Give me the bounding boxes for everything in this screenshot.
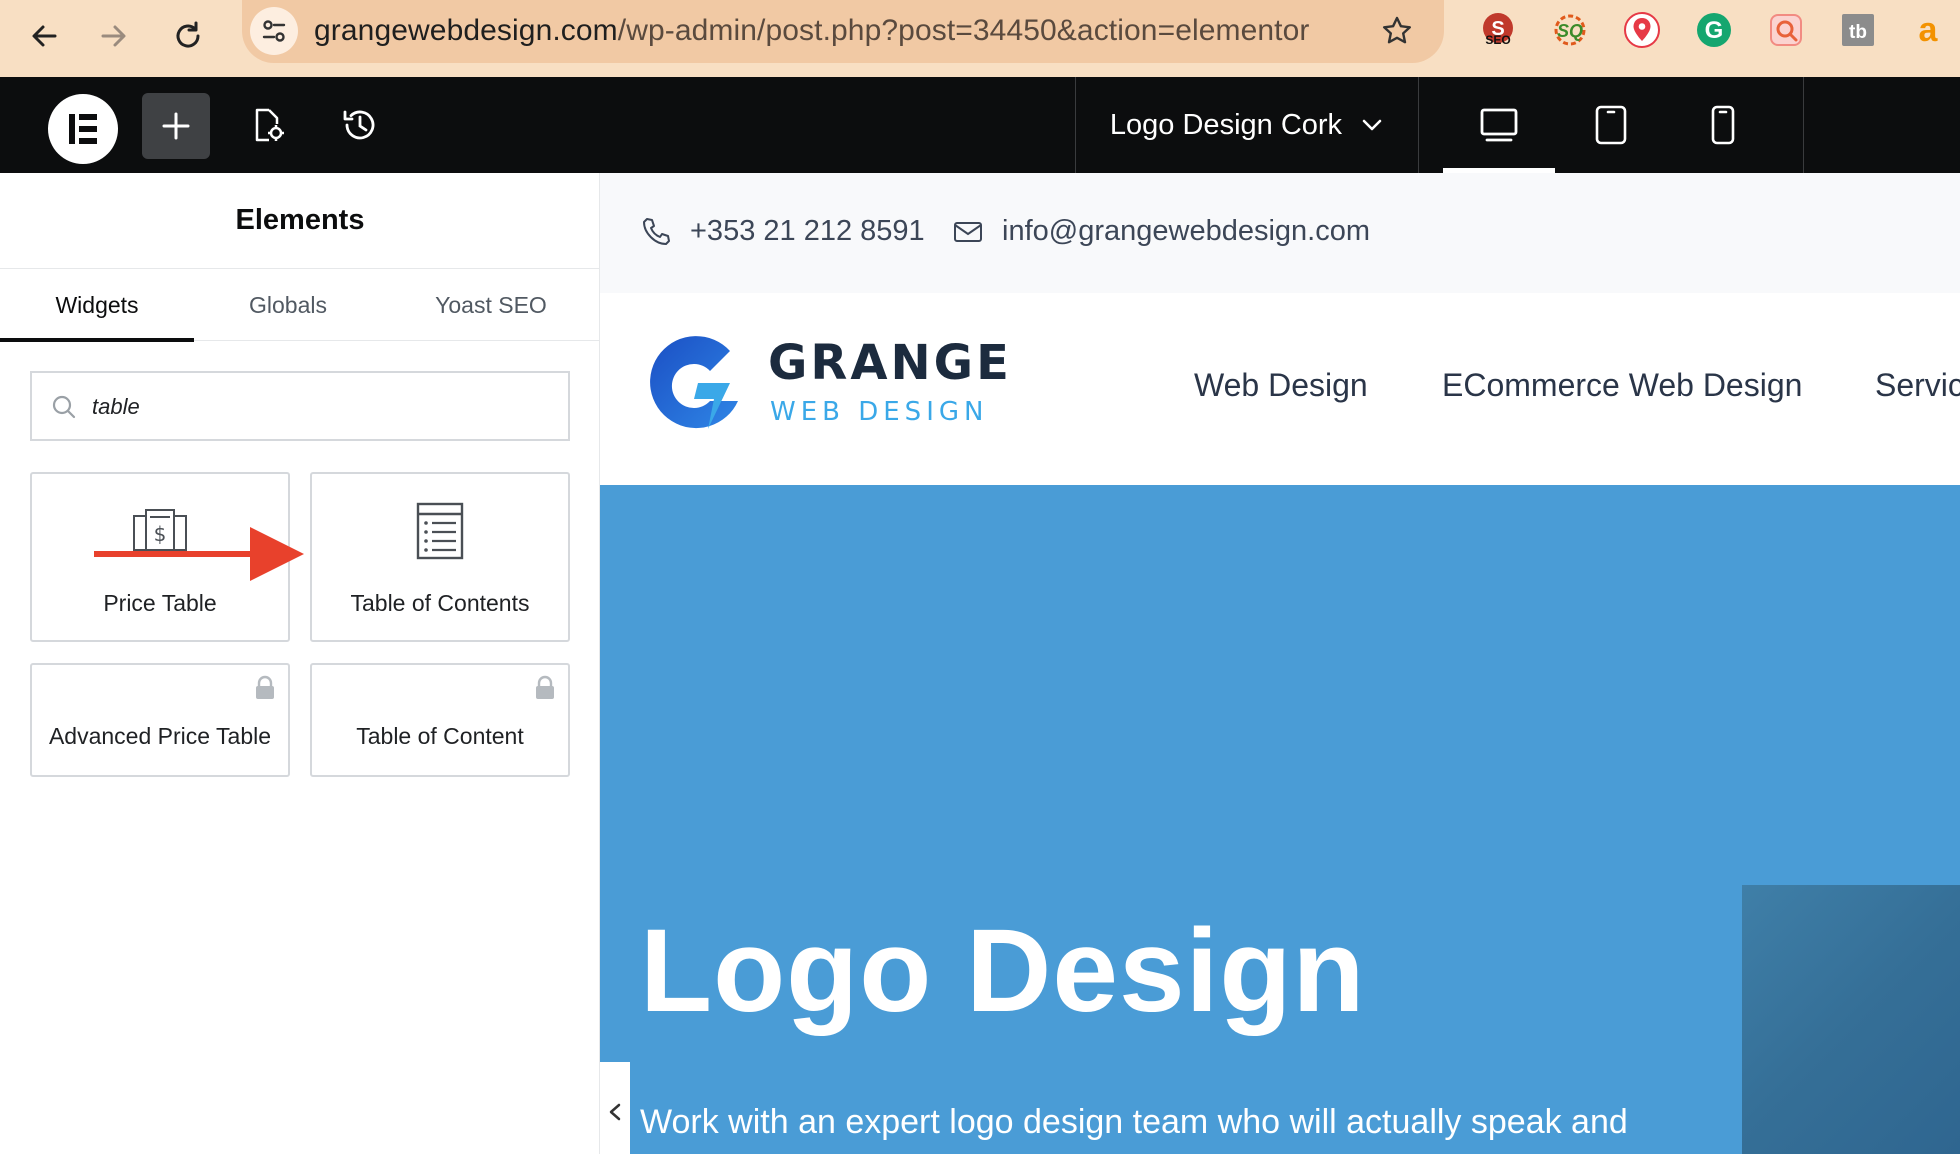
svg-text:S: S — [1491, 18, 1504, 40]
chevron-left-icon — [609, 1103, 621, 1121]
bookmark-star-button[interactable] — [1376, 10, 1418, 52]
back-arrow-icon — [32, 25, 57, 47]
url-text[interactable]: grangewebdesign.com/wp-admin/post.php?po… — [314, 14, 1310, 48]
sq-extension-icon[interactable]: SQ — [1550, 10, 1590, 50]
elements-panel: Elements Widgets Globals Yoast SEO table… — [0, 173, 600, 1154]
desktop-icon — [1480, 108, 1518, 142]
widget-label: Table of Content — [356, 723, 524, 749]
widget-label: Advanced Price Table — [48, 723, 272, 749]
site-topbar: +353 21 212 8591 info@grangewebdesign.co… — [600, 173, 1960, 293]
hero-section: Logo Design Work with an expert logo des… — [600, 485, 1960, 1154]
page-selector[interactable]: Logo Design Cork — [1076, 77, 1418, 173]
phone-number: +353 21 212 8591 — [690, 215, 925, 247]
desktop-view-button[interactable] — [1443, 77, 1555, 173]
divider — [1418, 77, 1419, 173]
mobile-view-button[interactable] — [1667, 77, 1779, 173]
site-header: GRANGE WEB DESIGN Web Design ECommerce W… — [600, 293, 1960, 485]
tab-globals[interactable]: Globals — [194, 269, 382, 341]
back-button[interactable] — [22, 14, 66, 58]
grange-logo-icon[interactable] — [638, 331, 748, 441]
lock-icon — [256, 675, 274, 699]
forward-button[interactable] — [92, 14, 136, 58]
grammarly-extension-icon[interactable]: G — [1694, 10, 1734, 50]
reload-icon — [176, 21, 200, 48]
nav-services[interactable]: Servic — [1875, 367, 1960, 404]
nav-ecommerce-web-design[interactable]: ECommerce Web Design — [1442, 367, 1802, 404]
panel-tabs: Widgets Globals Yoast SEO — [0, 269, 600, 342]
svg-text:a: a — [1919, 11, 1939, 49]
phone-contact[interactable]: +353 21 212 8591 — [640, 215, 925, 248]
chevron-down-icon — [1362, 119, 1382, 131]
mobile-icon — [1711, 105, 1735, 145]
address-bar[interactable]: grangewebdesign.com/wp-admin/post.php?po… — [242, 0, 1444, 63]
site-info-button[interactable] — [250, 7, 298, 55]
elementor-logo-icon — [69, 114, 97, 144]
hero-subtitle: Work with an expert logo design team who… — [640, 1103, 1628, 1141]
mail-icon — [954, 221, 982, 242]
widget-label: Table of Contents — [350, 590, 530, 616]
history-icon — [343, 110, 375, 140]
email-contact[interactable]: info@grangewebdesign.com — [952, 215, 1370, 248]
amazon-extension-icon[interactable]: a — [1910, 10, 1950, 50]
seo-extension-icon[interactable]: SEO S — [1478, 10, 1518, 50]
email-address: info@grangewebdesign.com — [1002, 215, 1370, 247]
phone-icon — [643, 217, 670, 245]
tab-widgets[interactable]: Widgets — [0, 269, 194, 342]
widget-label: Price Table — [103, 590, 217, 616]
tb-extension-icon[interactable]: tb — [1838, 10, 1878, 50]
svg-text:tb: tb — [1849, 22, 1867, 43]
widget-table-of-content[interactable]: Table of Content — [310, 663, 570, 777]
elementor-logo-button[interactable] — [48, 94, 118, 164]
tablet-icon — [1595, 105, 1627, 145]
hero-image — [1742, 885, 1960, 1154]
star-icon — [1383, 16, 1411, 44]
widget-search-input[interactable]: table — [30, 371, 570, 441]
search-value: table — [92, 394, 140, 419]
page-settings-icon — [255, 108, 284, 142]
history-button[interactable] — [334, 99, 386, 151]
collapse-panel-button[interactable] — [600, 1062, 630, 1154]
svg-text:G: G — [1705, 17, 1724, 44]
panel-title: Elements — [0, 173, 600, 269]
widget-advanced-price-table[interactable]: Advanced Price Table — [30, 663, 290, 777]
page-name: Logo Design Cork — [1109, 108, 1343, 141]
tablet-view-button[interactable] — [1555, 77, 1667, 173]
browser-toolbar: grangewebdesign.com/wp-admin/post.php?po… — [0, 0, 1960, 77]
annotation-arrow-icon — [94, 527, 304, 581]
location-extension-icon[interactable] — [1622, 10, 1662, 50]
lock-icon — [536, 675, 554, 699]
add-element-button[interactable] — [142, 93, 210, 159]
search-icon — [52, 395, 76, 419]
tab-yoast-seo[interactable]: Yoast SEO — [382, 269, 600, 341]
reload-button[interactable] — [166, 14, 210, 58]
page-preview-canvas[interactable]: +353 21 212 8591 info@grangewebdesign.co… — [600, 173, 1960, 1154]
search-extension-icon[interactable] — [1766, 10, 1806, 50]
page-settings-button[interactable] — [242, 99, 294, 151]
logo-text: GRANGE — [768, 335, 1012, 391]
tune-icon — [262, 20, 286, 42]
logo-subtext: WEB DESIGN — [770, 397, 989, 427]
nav-web-design[interactable]: Web Design — [1194, 367, 1368, 404]
divider — [1803, 77, 1804, 173]
elementor-top-bar: Logo Design Cork — [0, 77, 1960, 173]
widget-table-of-contents[interactable]: Table of Contents — [310, 472, 570, 642]
svg-text:SQ: SQ — [1557, 21, 1583, 41]
hero-title: Logo Design — [640, 905, 1366, 1037]
plus-icon — [162, 112, 190, 140]
forward-arrow-icon — [101, 25, 126, 47]
table-of-contents-icon — [416, 502, 464, 560]
